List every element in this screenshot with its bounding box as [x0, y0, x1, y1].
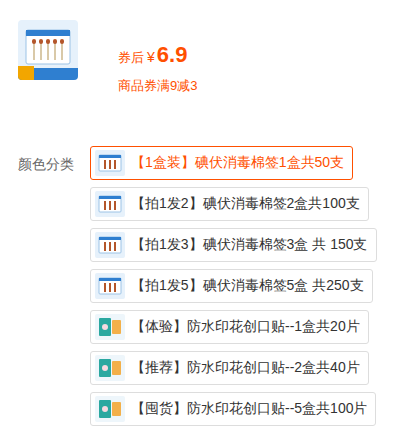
price-block: 券后¥6.9 商品券满9减3 [118, 20, 197, 96]
options-list: 【1盒装】碘伏消毒棉签1盒共50支【拍1发2】碘伏消毒棉签2盒共100支【拍1发… [90, 146, 377, 426]
swab-box-icon [95, 232, 125, 258]
option-label: 【推荐】防水印花创口贴--2盒共40片 [131, 357, 360, 378]
swab-box-icon [95, 150, 125, 176]
product-header: 券后¥6.9 商品券满9减3 [0, 0, 403, 96]
swab-box-icon [95, 273, 125, 299]
price-currency: ¥ [147, 47, 155, 68]
options-section: 颜色分类【1盒装】碘伏消毒棉签1盒共50支【拍1发2】碘伏消毒棉签2盒共100支… [0, 146, 403, 426]
option-label: 【1盒装】碘伏消毒棉签1盒共50支 [131, 152, 344, 173]
swab-box-icon [95, 191, 125, 217]
options-label: 颜色分类 [18, 146, 90, 426]
price-amount: 6.9 [157, 44, 188, 66]
option-item[interactable]: 【1盒装】碘伏消毒棉签1盒共50支 [90, 146, 353, 180]
bandage-box-icon [95, 314, 125, 340]
option-item[interactable]: 【拍1发3】碘伏消毒棉签3盒 共 150支 [90, 228, 377, 262]
swab-box-icon [18, 20, 78, 80]
bandage-box-icon [95, 355, 125, 381]
option-label: 【拍1发2】碘伏消毒棉签2盒共100支 [131, 193, 360, 214]
bandage-box-icon [95, 396, 125, 422]
option-label: 【囤货】防水印花创口贴--5盒共100片 [131, 398, 367, 419]
option-label: 【体验】防水印花创口贴--1盒共20片 [131, 316, 360, 337]
option-item[interactable]: 【拍1发2】碘伏消毒棉签2盒共100支 [90, 187, 369, 221]
option-label: 【拍1发3】碘伏消毒棉签3盒 共 150支 [131, 234, 368, 255]
option-label: 【拍1发5】碘伏消毒棉签5盒 共250支 [131, 275, 364, 296]
product-image[interactable] [18, 20, 78, 80]
price: 券后¥6.9 [118, 44, 197, 68]
option-item[interactable]: 【体验】防水印花创口贴--1盒共20片 [90, 310, 369, 344]
coupon[interactable]: 商品券满9减3 [118, 76, 197, 96]
option-item[interactable]: 【拍1发5】碘伏消毒棉签5盒 共250支 [90, 269, 373, 303]
sku-panel: 券后¥6.9商品券满9减3颜色分类【1盒装】碘伏消毒棉签1盒共50支【拍1发2】… [0, 0, 403, 433]
option-item[interactable]: 【推荐】防水印花创口贴--2盒共40片 [90, 351, 369, 385]
option-item[interactable]: 【囤货】防水印花创口贴--5盒共100片 [90, 392, 376, 426]
price-prefix: 券后 [118, 48, 144, 68]
